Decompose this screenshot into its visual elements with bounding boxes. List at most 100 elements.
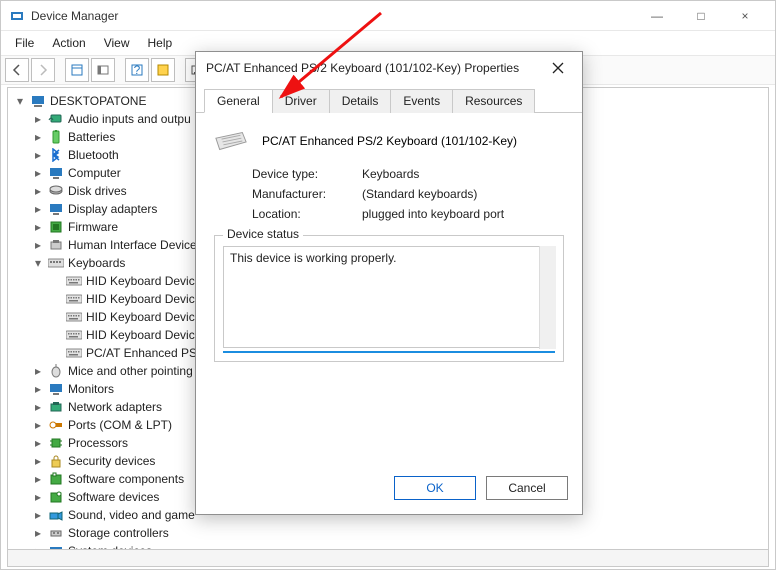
device-manager-icon: [9, 8, 25, 24]
tab-driver[interactable]: Driver: [272, 89, 330, 113]
close-button[interactable]: ×: [723, 2, 767, 30]
tree-leaf-label: HID Keyboard Device: [86, 290, 201, 308]
keyboard-icon: [66, 273, 82, 289]
tree-node-label: Processors: [68, 434, 128, 452]
scroll-up-icon[interactable]: ▴: [541, 248, 553, 260]
tree-node-label: Software components: [68, 470, 184, 488]
chevron-right-icon[interactable]: ▸: [32, 491, 44, 503]
chevron-right-icon[interactable]: ▸: [32, 131, 44, 143]
location-label: Location:: [252, 207, 362, 221]
device-type-value: Keyboards: [362, 167, 564, 181]
chevron-right-icon[interactable]: ▸: [32, 437, 44, 449]
forward-button[interactable]: [31, 58, 55, 82]
category-icon: [48, 399, 64, 415]
chevron-right-icon[interactable]: ▸: [32, 365, 44, 377]
chevron-down-icon[interactable]: ▾: [32, 257, 44, 269]
tree-leaf-label: HID Keyboard Device: [86, 326, 201, 344]
menu-action[interactable]: Action: [44, 34, 93, 52]
chevron-right-icon[interactable]: ▸: [32, 167, 44, 179]
menu-help[interactable]: Help: [140, 34, 181, 52]
manufacturer-label: Manufacturer:: [252, 187, 362, 201]
tree-node-label: Security devices: [68, 452, 155, 470]
device-type-label: Device type:: [252, 167, 362, 181]
toolbar-btn-2[interactable]: [91, 58, 115, 82]
tree-root-label: DESKTOPATONE: [50, 92, 146, 110]
category-icon: [48, 363, 64, 379]
category-icon: [48, 453, 64, 469]
category-icon: [48, 489, 64, 505]
chevron-right-icon[interactable]: ▸: [32, 509, 44, 521]
dialog-titlebar: PC/AT Enhanced PS/2 Keyboard (101/102-Ke…: [196, 52, 582, 84]
category-icon: [48, 219, 64, 235]
keyboard-icon: [66, 345, 82, 361]
tab-events[interactable]: Events: [390, 89, 453, 113]
tree-leaf-label: HID Keyboard Device: [86, 308, 201, 326]
dialog-body: PC/AT Enhanced PS/2 Keyboard (101/102-Ke…: [196, 113, 582, 372]
tree-node-label: Bluetooth: [68, 146, 119, 164]
scroll-down-icon[interactable]: ▾: [541, 335, 553, 347]
chevron-right-icon[interactable]: ▸: [32, 527, 44, 539]
chevron-right-icon[interactable]: ▸: [32, 185, 44, 197]
chevron-right-icon[interactable]: ▸: [32, 113, 44, 125]
chevron-right-icon[interactable]: ▸: [32, 401, 44, 413]
titlebar: Device Manager — □ ×: [1, 1, 775, 31]
chevron-right-icon[interactable]: ▸: [32, 203, 44, 215]
status-footer: [7, 549, 769, 567]
tree-node-storage-controllers[interactable]: ▸ Storage controllers: [32, 524, 766, 542]
toolbar-btn-1[interactable]: [65, 58, 89, 82]
chevron-right-icon[interactable]: ▸: [32, 455, 44, 467]
tree-node-label: Keyboards: [68, 254, 125, 272]
tree-node-label: Disk drives: [68, 182, 127, 200]
tree-node-label: Audio inputs and outpu: [68, 110, 191, 128]
computer-icon: [30, 93, 46, 109]
tree-node-label: Network adapters: [68, 398, 162, 416]
tree-node-label: Mice and other pointing: [68, 362, 193, 380]
tree-node-label: Storage controllers: [68, 524, 169, 542]
chevron-right-icon[interactable]: ▸: [32, 239, 44, 251]
tree-node-label: Ports (COM & LPT): [68, 416, 172, 434]
tree-node-label: Human Interface Device: [68, 236, 197, 254]
menu-view[interactable]: View: [96, 34, 138, 52]
tab-general[interactable]: General: [204, 89, 273, 113]
tree-node-label: Display adapters: [68, 200, 157, 218]
category-icon: [48, 381, 64, 397]
category-icon: [48, 183, 64, 199]
tab-resources[interactable]: Resources: [452, 89, 535, 113]
category-icon: [48, 507, 64, 523]
chevron-right-icon[interactable]: ▸: [32, 221, 44, 233]
svg-text:?: ?: [134, 63, 141, 77]
dialog-close-button[interactable]: [544, 54, 572, 82]
back-button[interactable]: [5, 58, 29, 82]
status-scroll: ▴ ▾: [223, 246, 555, 353]
keyboard-icon: [48, 255, 64, 271]
toolbar-btn-3[interactable]: ?: [125, 58, 149, 82]
toolbar-btn-4[interactable]: [151, 58, 175, 82]
menu-file[interactable]: File: [7, 34, 42, 52]
keyboard-icon: [214, 129, 248, 153]
chevron-right-icon[interactable]: ▸: [32, 383, 44, 395]
device-status-group: Device status ▴ ▾: [214, 235, 564, 362]
category-icon: [48, 237, 64, 253]
maximize-button[interactable]: □: [679, 2, 723, 30]
tree-node-label: Monitors: [68, 380, 114, 398]
keyboard-icon: [66, 327, 82, 343]
chevron-right-icon[interactable]: ▸: [32, 473, 44, 485]
keyboard-icon: [66, 291, 82, 307]
tab-details[interactable]: Details: [329, 89, 392, 113]
chevron-right-icon[interactable]: ▸: [32, 419, 44, 431]
tree-node-label: Batteries: [68, 128, 115, 146]
tree-node-label: Sound, video and game: [68, 506, 195, 524]
minimize-button[interactable]: —: [635, 2, 679, 30]
ok-button[interactable]: OK: [394, 476, 476, 500]
category-icon: [48, 147, 64, 163]
tree-leaf-label: PC/AT Enhanced PS/: [86, 344, 200, 362]
window-title: Device Manager: [31, 9, 635, 23]
cancel-button[interactable]: Cancel: [486, 476, 568, 500]
category-icon: [48, 417, 64, 433]
chevron-down-icon[interactable]: ▾: [14, 95, 26, 107]
chevron-right-icon[interactable]: ▸: [32, 149, 44, 161]
device-status-text[interactable]: [223, 246, 555, 348]
tree-node-label: Software devices: [68, 488, 159, 506]
tree-leaf-label: HID Keyboard Device: [86, 272, 201, 290]
tree-node-label: Firmware: [68, 218, 118, 236]
